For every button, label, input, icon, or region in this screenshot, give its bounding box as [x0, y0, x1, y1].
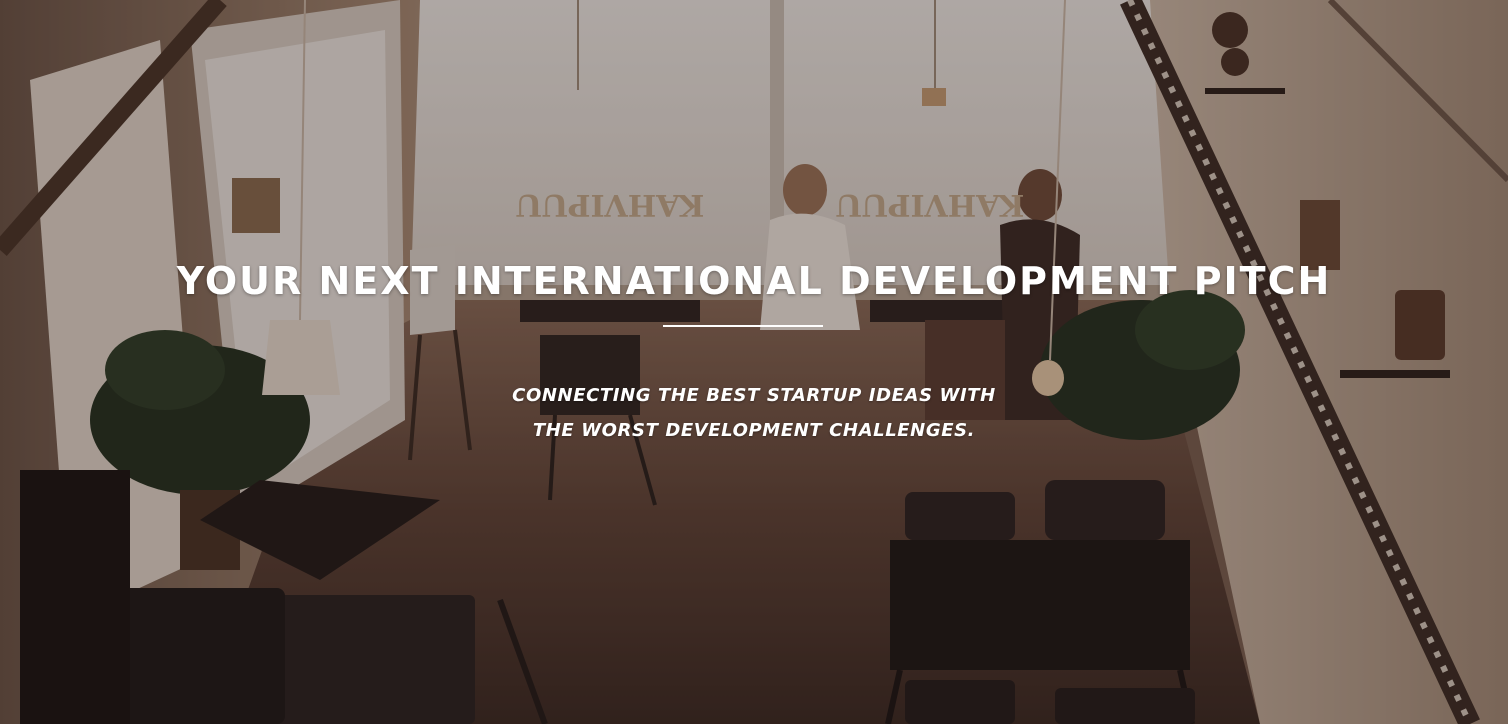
hero-subtitle-line-1: CONNECTING THE BEST STARTUP IDEAS WITH [512, 385, 996, 406]
title-divider [663, 325, 823, 327]
hero-subtitle-line-2: THE WORST DEVELOPMENT CHALLENGES. [532, 420, 976, 441]
dark-overlay [0, 0, 1508, 724]
hero-title: YOUR NEXT INTERNATIONAL DEVELOPMENT PITC… [176, 259, 1332, 303]
hero-subtitle: CONNECTING THE BEST STARTUP IDEAS WITH T… [0, 378, 1508, 448]
hero-section: KAHVIPUU KAHVIPUU YOUR NEXT INTERNATIONA… [0, 0, 1508, 724]
